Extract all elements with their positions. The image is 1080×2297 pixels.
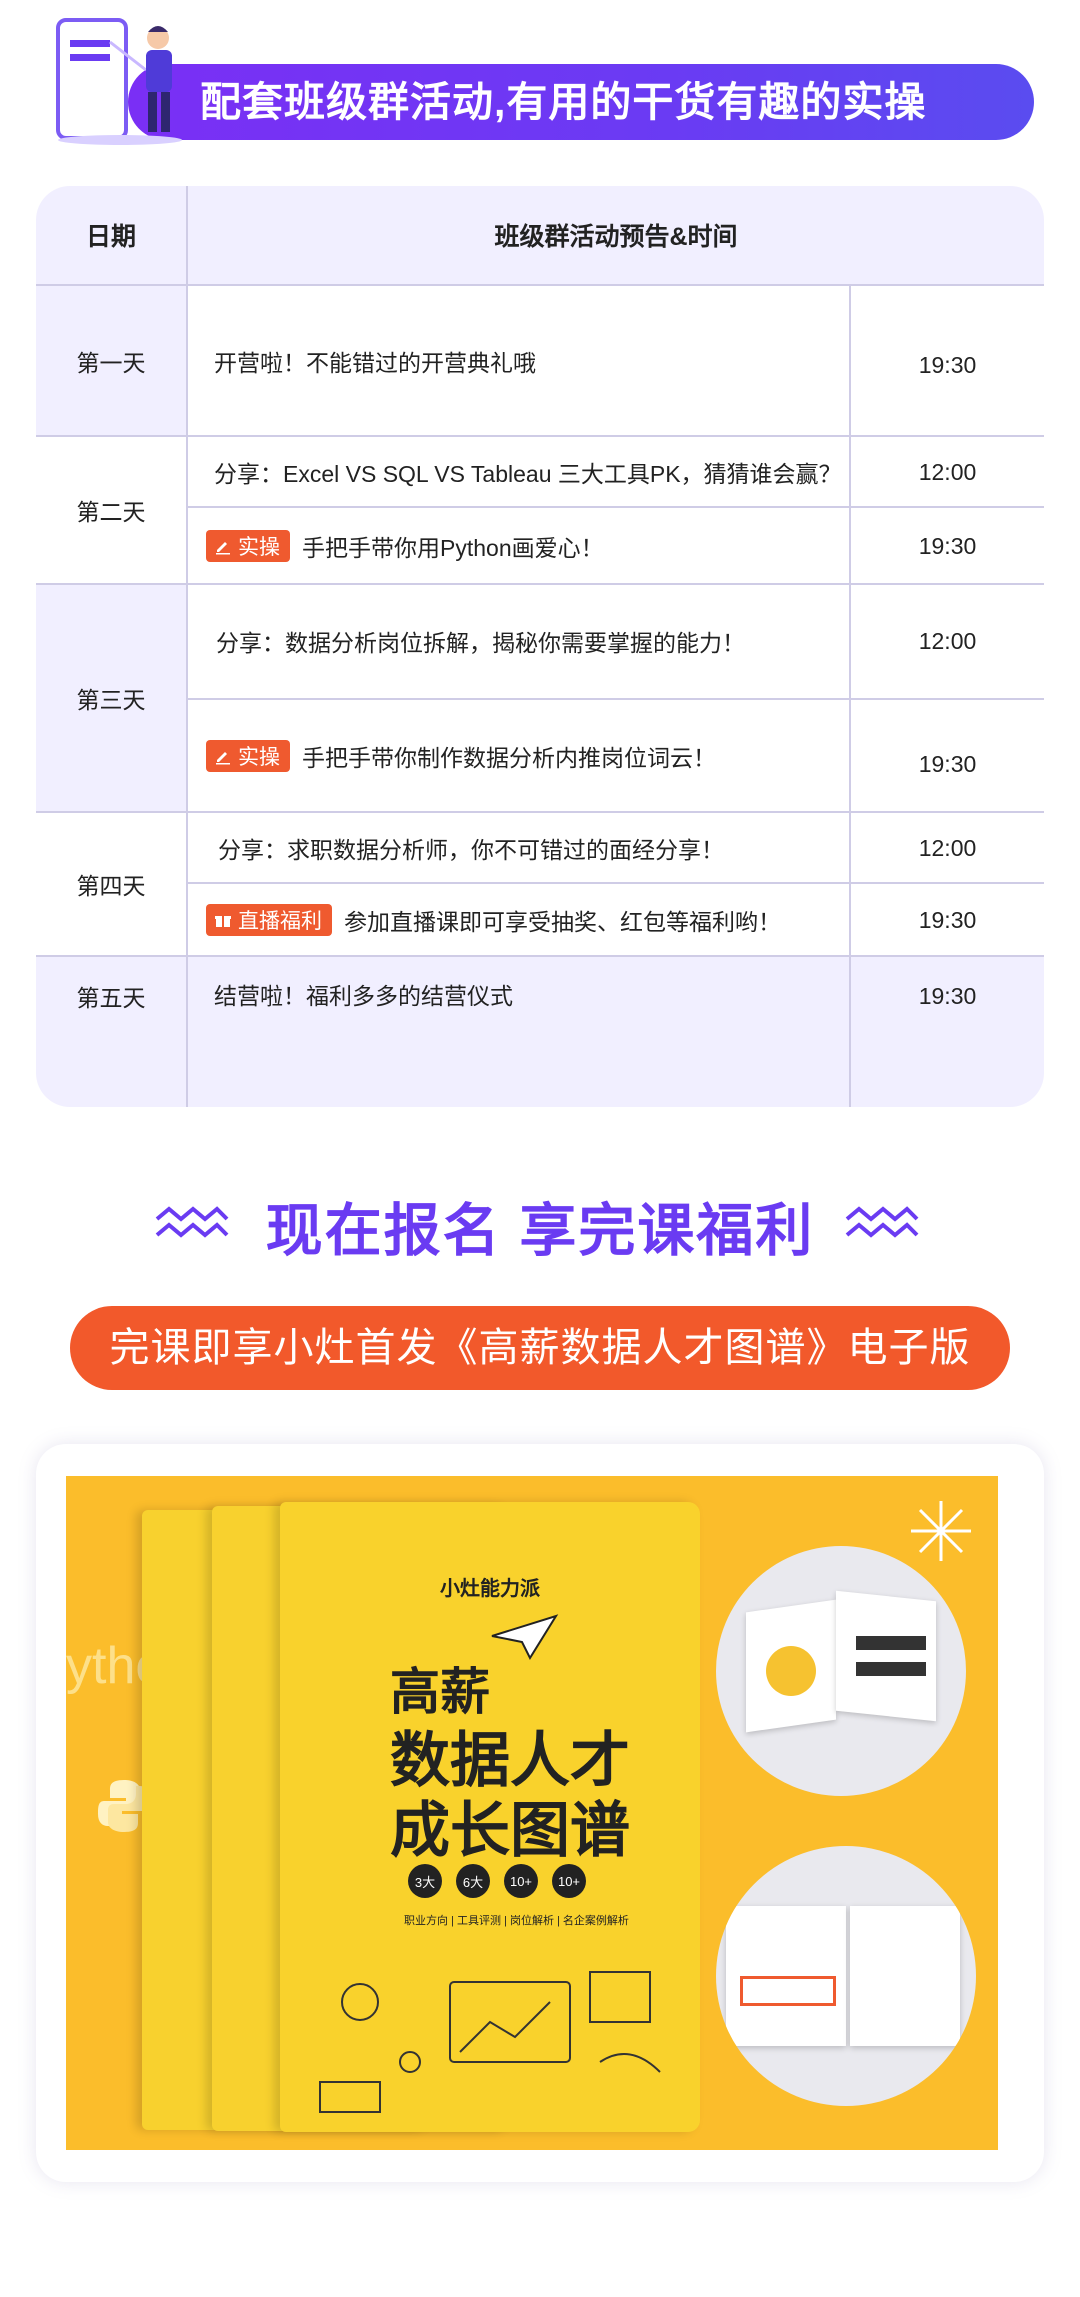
activity-text: 手把手带你用Python画爱心！ <box>302 535 604 561</box>
day-label: 第一天 <box>76 350 146 376</box>
page-preview-box <box>740 1976 836 2006</box>
bonus-banner: 完课即享小灶首发《高薪数据人才图谱》电子版 <box>70 1306 1010 1390</box>
activity-time: 19:30 <box>918 351 977 378</box>
activity-text: 结营啦！福利多多的结营仪式 <box>214 983 513 1009</box>
activity-text: 分享：Excel VS SQL VS Tableau 三大工具PK，猜猜谁会赢？ <box>214 461 842 487</box>
book-title-3: 成长图谱 <box>390 1797 630 1864</box>
activity-text: 手把手带你制作数据分析内推岗位词云！ <box>302 745 716 771</box>
open-book-right <box>836 1590 936 1722</box>
activity-time: 12:00 <box>918 458 977 485</box>
live-benefit-tag: 直播福利 <box>206 904 332 936</box>
banner-title: 配套班级群活动,有用的干货有趣的实操 <box>200 79 927 125</box>
day-label: 第二天 <box>76 499 146 525</box>
divider <box>186 186 188 1107</box>
badge: 6大 <box>456 1864 490 1898</box>
pencil-icon <box>216 542 230 555</box>
activity-row: 实操 手把手带你制作数据分析内推岗位词云！ <box>206 700 846 812</box>
tag-label: 实操 <box>238 536 280 559</box>
book-front: 小灶能力派 高薪 数据人才 成长图谱 3大 6大 10+ 10+ 职业方向 | … <box>280 1502 700 2132</box>
practice-tag: 实操 <box>206 530 290 562</box>
day-label: 第五天 <box>76 985 146 1011</box>
book-brand: 小灶能力派 <box>440 1578 540 1600</box>
schedule-table: 日期 班级群活动预告&时间 第一天 第二天 第三天 第四天 第五天 开营啦！不能… <box>36 186 1044 1107</box>
activity-row: 实操 手把手带你用Python画爱心！ <box>206 508 846 584</box>
activity-time: 19:30 <box>918 750 977 777</box>
preview-circle-2 <box>716 1846 976 2106</box>
activity-row: 直播福利 参加直播课即可享受抽奖、红包等福利哟！ <box>206 884 846 956</box>
activity-time: 19:30 <box>918 532 977 559</box>
page-preview-right <box>850 1906 960 2046</box>
activity-time: 12:00 <box>918 627 977 654</box>
diagram-bar <box>856 1662 926 1676</box>
product-image: ytho 小灶能力派 高薪 数据人才 成长图谱 3大 6大 10+ 10+ 职业… <box>66 1476 998 2150</box>
tag-label: 实操 <box>238 746 280 769</box>
badge: 10+ <box>504 1864 538 1898</box>
pencil-icon <box>216 752 230 765</box>
preview-circle-1 <box>716 1546 966 1796</box>
activity-text: 分享：求职数据分析师，你不可错过的面经分享！ <box>218 837 724 863</box>
diagram-bar <box>856 1636 926 1650</box>
activity-time: 19:30 <box>918 982 977 1009</box>
badge: 3大 <box>408 1864 442 1898</box>
activity-time: 12:00 <box>918 834 977 861</box>
day-label: 第三天 <box>76 687 146 713</box>
activity-banner: 配套班级群活动,有用的干货有趣的实操 <box>0 0 1080 150</box>
practice-tag: 实操 <box>206 740 290 772</box>
badge: 10+ <box>552 1864 586 1898</box>
book-badges: 3大 6大 10+ 10+ <box>408 1864 586 1898</box>
day-label: 第四天 <box>76 873 146 899</box>
diagram-dot <box>766 1646 816 1696</box>
zigzag-decoration-right <box>845 1206 919 1238</box>
activity-text: 分享：数据分析岗位拆解，揭秘你需要掌握的能力！ <box>216 630 745 656</box>
activity-time: 19:30 <box>918 906 977 933</box>
doodle-illustration <box>319 1971 661 2113</box>
paper-plane-icon <box>491 1614 559 1661</box>
badge-caption: 职业方向 | 工具评测 | 岗位解析 | 名企案例解析 <box>404 1915 629 1927</box>
presenter-illustration <box>56 18 182 145</box>
header-activity: 班级群活动预告&时间 <box>494 223 738 251</box>
header-date: 日期 <box>85 223 136 251</box>
gift-icon <box>215 916 231 927</box>
sparkle-icon <box>911 1501 971 1561</box>
activity-text: 开营啦！不能错过的开营典礼哦 <box>214 350 536 376</box>
tag-label: 直播福利 <box>238 910 322 933</box>
activity-text: 参加直播课即可享受抽奖、红包等福利哟！ <box>344 909 781 935</box>
